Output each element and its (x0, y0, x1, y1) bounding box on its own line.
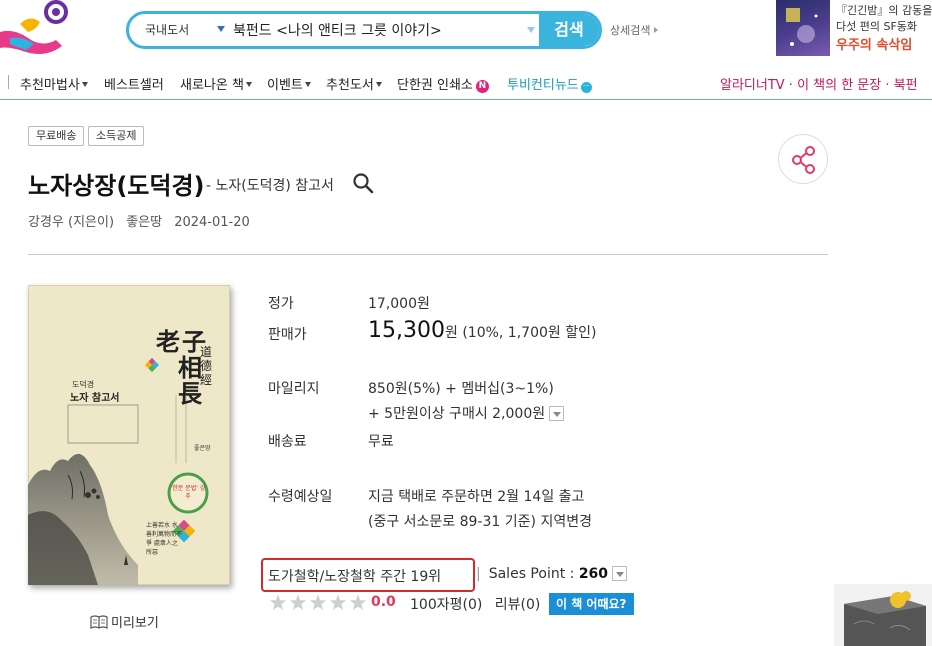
how-is-this-book-button[interactable]: 이 책 어때요? (549, 593, 634, 615)
nav-item-new-books[interactable]: 새로나온 책 (180, 74, 252, 93)
preview-label: 미리보기 (111, 616, 159, 631)
chevron-down-icon[interactable] (217, 26, 225, 32)
book-cover[interactable]: 老子 相 長 道德經 도덕경 노자 참고서 '한문 문법' 강추 上善若水 水善… (28, 285, 230, 585)
ad-text-2: 다섯 편의 SF동화 (836, 20, 918, 33)
shipping-value: 무료 (368, 434, 394, 450)
star-icon (329, 594, 347, 610)
mileage-line-2-row: + 5만원이상 구매시 2,000원 (368, 403, 565, 423)
mileage-line-1: 850원(5%) + 멤버십(3~1%) (368, 381, 554, 397)
nav-right-links[interactable]: 알라디너TV · 이 책의 한 문장 · 북펀 (720, 74, 918, 93)
cover-circle-text: '한문 문법' 강추 (170, 485, 206, 500)
mileage-label: 마일리지 (268, 381, 320, 397)
star-icon (269, 594, 287, 610)
preview-link[interactable]: 미리보기 (90, 612, 159, 631)
cover-char: 老 (156, 327, 180, 356)
sales-point: | Sales Point : 260 (476, 566, 628, 582)
discount-text: (10%, 1,700원 할인) (462, 325, 597, 341)
category-rank[interactable]: 도가철학/노장철학 주간 19위 (268, 566, 441, 586)
separator: | (476, 566, 481, 582)
author-link[interactable]: 강경우 (지은이) (28, 215, 114, 230)
aladin-logo[interactable] (0, 0, 72, 58)
star-icon (309, 594, 327, 610)
sales-point-value: 260 (578, 566, 609, 582)
cover-big-chars: 老子 相 長 (156, 329, 206, 407)
detail-search-link[interactable]: 상세검색 (610, 22, 659, 38)
caret-down-icon (375, 82, 382, 87)
nav-label: 베스트셀러 (104, 78, 164, 93)
nav-item-print-shop[interactable]: 단한권 인쇄소 N (397, 74, 489, 93)
main-nav: 추천마법사 베스트셀러 새로나온 책 이벤트 추천도서 단한권 인쇄소 N 투비컨… (0, 70, 932, 100)
search-input[interactable] (233, 18, 519, 42)
nav-divider (8, 75, 9, 89)
nav-label: 이벤트 (267, 78, 303, 93)
search-category-select[interactable]: 국내도서 (145, 14, 189, 46)
ad-book-cover (776, 0, 830, 56)
short-review-link[interactable]: 100자평(0) (410, 597, 482, 613)
review-link[interactable]: 리뷰(0) (495, 597, 541, 613)
ad-banner[interactable]: 『긴긴밤』의 감동을 잇 다섯 편의 SF동화 우주의 속삭임 (776, 0, 932, 58)
search-icon[interactable] (352, 172, 374, 194)
caret-down-icon (81, 82, 88, 87)
star-icon (289, 594, 307, 610)
rating-score: 0.0 (371, 594, 396, 610)
publisher-link[interactable]: 좋은땅 (126, 215, 162, 230)
search-bar: 국내도서 검색 (126, 11, 602, 49)
star-icon (349, 594, 367, 610)
cover-side-chars: 道德經 (200, 345, 213, 387)
book-title: 노자상장(도덕경) (28, 172, 205, 200)
list-price: 17,000원 (368, 296, 430, 312)
caret-down-icon (304, 82, 311, 87)
nav-label: 추천도서 (326, 78, 374, 93)
tag-free-shipping: 무료배송 (28, 126, 85, 146)
sale-price-label: 판매가 (268, 327, 307, 343)
nav-label: 새로나온 책 (180, 78, 244, 93)
share-icon (792, 146, 815, 174)
mileage-line-2: + 5만원이상 구매시 2,000원 (368, 406, 546, 422)
nav-label: 투비컨티뉴드 (507, 78, 579, 93)
nav-label: 단한권 인쇄소 (397, 78, 473, 93)
delivery-line-2[interactable]: (중구 서소문로 89-31 기준) 지역변경 (368, 511, 592, 531)
list-price-label: 정가 (268, 296, 294, 312)
publish-date: 2024-01-20 (174, 215, 250, 230)
triangle-right-icon (654, 27, 659, 33)
book-meta: 강경우 (지은이) 좋은땅 2024-01-20 (28, 211, 258, 230)
ad-text-3: 우주의 속삭임 (836, 38, 913, 53)
cover-char: 長 (178, 379, 202, 408)
sale-price-unit: 원 (444, 325, 458, 341)
divider (28, 254, 828, 255)
search-button[interactable]: 검색 (539, 14, 599, 46)
sale-price: 15,300 (368, 318, 445, 343)
more-dots-icon: ··· (580, 82, 592, 93)
sale-price-block: 15,300원 (10%, 1,700원 할인) (368, 318, 596, 343)
mileage-expand-button[interactable] (549, 406, 565, 421)
nav-item-to-be-continued[interactable]: 투비컨티뉴드 ··· (507, 74, 592, 93)
tag-tax-deduction: 소득공제 (88, 126, 145, 146)
nav-label: 추천마법사 (20, 78, 80, 93)
nav-item-bestseller[interactable]: 베스트셀러 (104, 74, 164, 93)
new-badge: N (475, 80, 489, 93)
cover-left-title-2: 노자 참고서 (70, 393, 120, 404)
review-links: 100자평(0) 리뷰(0) (410, 594, 540, 614)
delivery-label: 수령예상일 (268, 489, 333, 505)
share-button[interactable] (778, 134, 828, 184)
floating-product-image[interactable] (834, 584, 932, 646)
nav-item-recommended[interactable]: 추천도서 (326, 74, 382, 93)
cover-publisher: 좋은땅 (194, 445, 211, 452)
nav-item-recommend-wizard[interactable]: 추천마법사 (20, 74, 88, 93)
detail-search-label: 상세검색 (610, 24, 651, 37)
cover-quote: 上善若水 水善利萬物而不爭 處衆人之所惡 (146, 522, 183, 556)
search-dropdown-icon[interactable] (527, 27, 535, 33)
sales-point-expand-button[interactable] (612, 566, 628, 581)
ad-text-1: 『긴긴밤』의 감동을 잇 (836, 4, 932, 17)
cover-char: 相 (178, 353, 202, 382)
book-subtitle: - 노자(도덕경) 참고서 (206, 178, 334, 194)
caret-down-icon (245, 82, 252, 87)
shipping-label: 배송료 (268, 434, 307, 450)
sales-point-label: Sales Point : (488, 566, 575, 582)
book-open-icon (90, 615, 108, 629)
delivery-line-1: 지금 택배로 주문하면 2월 14일 출고 (368, 489, 585, 505)
star-rating (268, 594, 368, 612)
nav-item-events[interactable]: 이벤트 (267, 74, 311, 93)
